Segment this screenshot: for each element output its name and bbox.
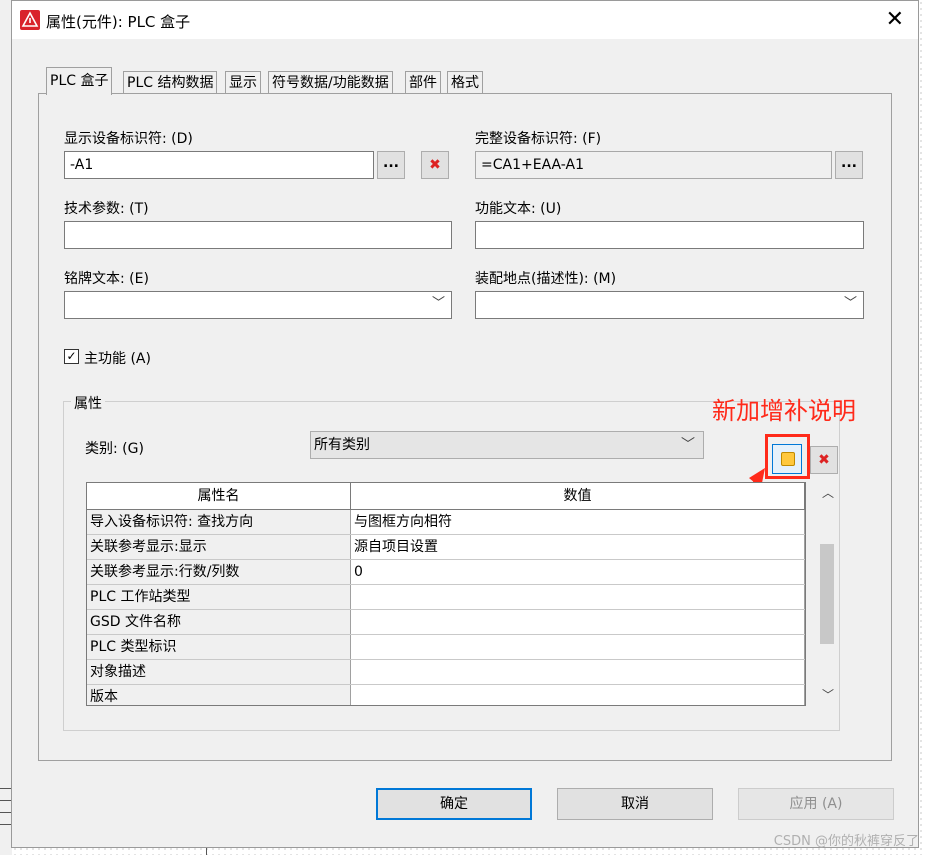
display-id-label: 显示设备标识符: (D) (64, 131, 193, 147)
grid-scrollbar[interactable]: ︿ ﹀ (818, 482, 836, 706)
function-text-input[interactable] (475, 221, 864, 249)
property-name: PLC 工作站类型 (87, 585, 351, 609)
property-value[interactable]: 0 (351, 560, 805, 584)
property-value[interactable] (351, 660, 805, 684)
property-name: 对象描述 (87, 660, 351, 684)
table-row[interactable]: 关联参考显示:行数/列数 0 (87, 560, 805, 585)
table-row[interactable]: 关联参考显示:显示 源自项目设置 (87, 535, 805, 560)
property-value[interactable] (351, 635, 805, 659)
display-id-input[interactable]: -A1 (64, 151, 374, 179)
window-title: 属性(元件): PLC 盒子 (46, 13, 191, 31)
chevron-down-icon: ﹀ (843, 296, 857, 311)
full-id-browse-button[interactable]: ... (835, 151, 863, 179)
property-name: 关联参考显示:显示 (87, 535, 351, 559)
apply-button[interactable]: 应用 (A) (738, 788, 894, 820)
property-grid: 属性名 数值 导入设备标识符: 查找方向 与图框方向相符 关联参考显示:显示 源… (86, 482, 806, 706)
property-name: 关联参考显示:行数/列数 (87, 560, 351, 584)
delete-icon[interactable]: ✖ (421, 151, 449, 179)
mount-location-label: 装配地点(描述性): (M) (475, 271, 617, 287)
column-header-name[interactable]: 属性名 (87, 483, 351, 509)
scroll-down-icon[interactable]: ﹀ (822, 686, 834, 703)
scroll-up-icon[interactable]: ︿ (822, 484, 834, 501)
property-value[interactable] (351, 610, 805, 634)
property-name: PLC 类型标识 (87, 635, 351, 659)
ok-button[interactable]: 确定 (376, 788, 532, 820)
nameplate-label: 铭牌文本: (E) (64, 271, 149, 287)
table-row[interactable]: 对象描述 (87, 660, 805, 685)
chevron-down-icon: ﹀ (681, 437, 695, 453)
table-row[interactable]: 导入设备标识符: 查找方向 与图框方向相符 (87, 510, 805, 535)
full-id-label: 完整设备标识符: (F) (475, 131, 602, 147)
tab-format[interactable]: 格式 (447, 71, 483, 94)
function-text-label: 功能文本: (U) (475, 201, 562, 217)
main-function-label: 主功能 (A) (84, 351, 151, 367)
property-value[interactable]: 与图框方向相符 (351, 510, 805, 534)
table-row[interactable]: PLC 类型标识 (87, 635, 805, 660)
tab-symbol-function-data[interactable]: 符号数据/功能数据 (268, 71, 393, 94)
property-value[interactable]: 源自项目设置 (351, 535, 805, 559)
delete-property-button[interactable]: ✖ (810, 446, 838, 474)
title-bar: 属性(元件): PLC 盒子 ✕ (12, 1, 918, 39)
grid-header: 属性名 数值 (87, 483, 805, 510)
property-name: 版本 (87, 685, 351, 705)
chevron-down-icon: ﹀ (431, 296, 445, 311)
close-icon[interactable]: ✕ (886, 7, 904, 32)
tab-plc-structure-data[interactable]: PLC 结构数据 (123, 71, 218, 94)
tech-params-label: 技术参数: (T) (64, 201, 149, 217)
properties-dialog: 属性(元件): PLC 盒子 ✕ PLC 盒子 PLC 结构数据 显示 符号数据… (11, 0, 919, 848)
mount-location-combo[interactable]: ﹀ (475, 291, 864, 319)
property-value[interactable] (351, 585, 805, 609)
property-name: 导入设备标识符: 查找方向 (87, 510, 351, 534)
scrollbar-thumb[interactable] (820, 544, 834, 644)
main-function-checkbox[interactable]: ✓ (64, 349, 79, 364)
category-label: 类别: (G) (85, 441, 144, 457)
property-value[interactable] (351, 685, 805, 705)
table-row[interactable]: 版本 (87, 685, 805, 705)
table-row[interactable]: GSD 文件名称 (87, 610, 805, 635)
properties-group-title: 属性 (71, 393, 105, 413)
tab-display[interactable]: 显示 (225, 71, 261, 94)
full-id-input[interactable]: =CA1+EAA-A1 (475, 151, 832, 179)
category-value: 所有类别 (314, 437, 370, 453)
tab-parts[interactable]: 部件 (405, 71, 441, 94)
display-id-browse-button[interactable]: ... (377, 151, 405, 179)
property-name: GSD 文件名称 (87, 610, 351, 634)
cancel-button[interactable]: 取消 (557, 788, 713, 820)
table-row[interactable]: PLC 工作站类型 (87, 585, 805, 610)
nameplate-combo[interactable]: ﹀ (64, 291, 452, 319)
annotation-text: 新加增补说明 (712, 397, 856, 425)
app-logo-icon (20, 10, 40, 30)
tab-plc-box[interactable]: PLC 盒子 (46, 67, 113, 95)
tech-params-input[interactable] (64, 221, 452, 249)
column-header-value[interactable]: 数值 (351, 483, 805, 509)
category-select[interactable]: 所有类别 ﹀ (310, 431, 704, 459)
watermark: CSDN @你的秋裤穿反了 (773, 834, 919, 849)
